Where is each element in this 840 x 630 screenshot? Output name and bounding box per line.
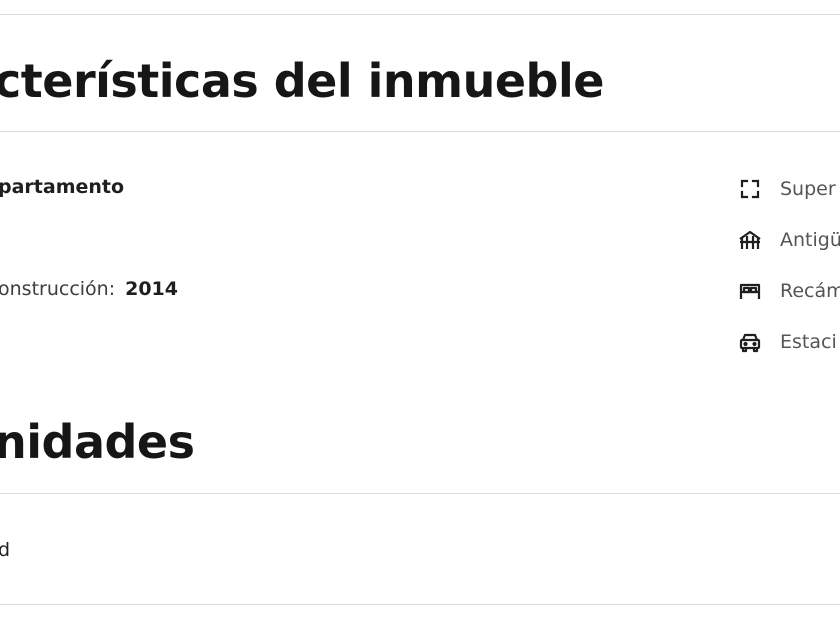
property-details-page: cterísticas del inmueble partamento onst… [0,0,840,630]
feature-antiguedad: Antigü [736,226,840,254]
construction-year-value: 2014 [125,278,178,300]
feature-superficie: Super [736,175,836,203]
bed-icon [736,277,764,305]
construction-year-row: onstrucción: 2014 [0,278,178,300]
building-icon [736,226,764,254]
feature-estacionamientos: Estaci [736,328,837,356]
feature-antiguedad-label: Antigü [780,229,840,251]
divider-amenidades [0,493,840,494]
section-title-caracteristicas: cterísticas del inmueble [0,54,604,108]
divider-caracteristicas [0,131,840,132]
car-icon [736,328,764,356]
feature-estacionamientos-label: Estaci [780,331,837,353]
feature-superficie-label: Super [780,178,836,200]
divider-top [0,14,840,15]
amenity-item: d [0,539,11,561]
feature-recamaras: Recám [736,277,840,305]
property-type: partamento [0,176,125,198]
construction-year-label: onstrucción: [0,278,116,300]
divider-bottom [0,604,840,605]
feature-recamaras-label: Recám [780,280,840,302]
expand-icon [736,175,764,203]
section-title-amenidades: nidades [0,415,195,469]
